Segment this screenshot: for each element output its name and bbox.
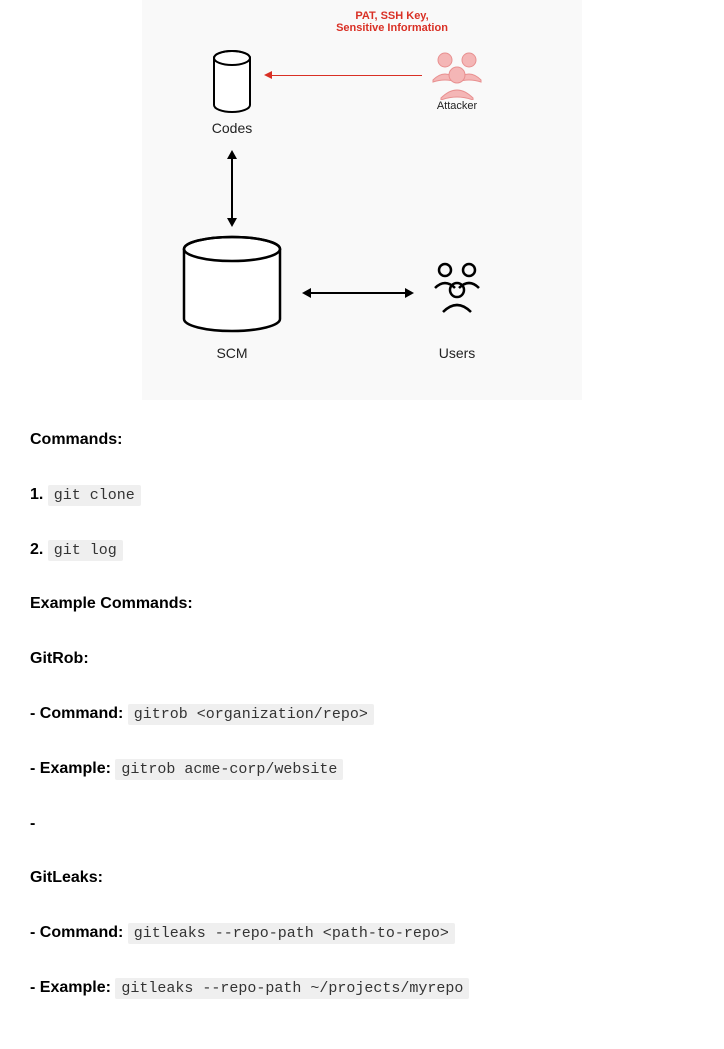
gitrob-example-code: gitrob acme-corp/website — [115, 759, 343, 780]
diagram-container: PAT, SSH Key, Sensitive Information Code… — [142, 0, 582, 400]
gitrob-command-label: - Command: — [30, 705, 123, 722]
cmd-1-num: 1. — [30, 486, 43, 503]
diagram: PAT, SSH Key, Sensitive Information Code… — [152, 10, 552, 380]
dash-bullet: - — [30, 814, 694, 835]
threat-label: PAT, SSH Key, Sensitive Information — [332, 10, 452, 34]
gitleaks-command-code: gitleaks --repo-path <path-to-repo> — [128, 923, 455, 944]
gitrob-example: - Example: gitrob acme-corp/website — [30, 759, 694, 780]
commands-heading: Commands: — [30, 430, 694, 451]
cmd-2-code: git log — [48, 540, 123, 561]
codes-label: Codes — [192, 120, 272, 136]
scm-icon — [177, 235, 287, 335]
gitrob-example-label: - Example: — [30, 760, 111, 777]
red-arrowhead — [264, 71, 272, 79]
attacker-icon — [427, 50, 487, 100]
users-label: Users — [417, 345, 497, 361]
cmd-2: 2. git log — [30, 540, 694, 561]
gitleaks-heading: GitLeaks: — [30, 868, 694, 889]
arrowhead-down — [227, 218, 237, 227]
gitleaks-command-label: - Command: — [30, 924, 123, 941]
users-icon — [427, 260, 487, 315]
vert-arrow-line — [231, 158, 233, 218]
gitrob-command-code: gitrob <organization/repo> — [128, 704, 374, 725]
gitleaks-example-code: gitleaks --repo-path ~/projects/myrepo — [115, 978, 469, 999]
attacker-label: Attacker — [417, 100, 497, 112]
cmd-1-code: git clone — [48, 485, 141, 506]
codes-icon — [207, 50, 257, 115]
example-commands-heading: Example Commands: — [30, 594, 694, 615]
scm-label: SCM — [192, 345, 272, 361]
horiz-arrow-line — [310, 292, 405, 294]
red-arrow — [272, 75, 422, 76]
cmd-2-num: 2. — [30, 541, 43, 558]
cmd-1: 1. git clone — [30, 485, 694, 506]
arrowhead-right — [405, 288, 414, 298]
gitleaks-command: - Command: gitleaks --repo-path <path-to… — [30, 923, 694, 944]
gitleaks-example-label: - Example: — [30, 979, 111, 996]
gitleaks-example: - Example: gitleaks --repo-path ~/projec… — [30, 978, 694, 999]
gitrob-heading: GitRob: — [30, 649, 694, 670]
gitrob-command: - Command: gitrob <organization/repo> — [30, 704, 694, 725]
